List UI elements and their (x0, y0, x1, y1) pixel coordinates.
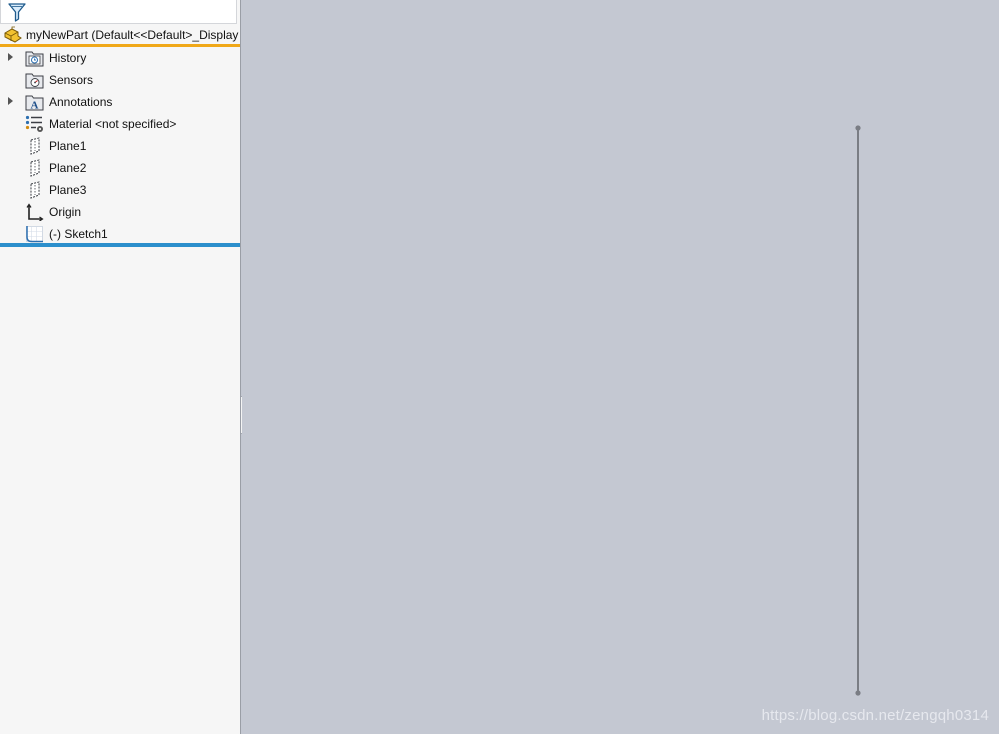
plane-icon (30, 137, 40, 155)
tree-item-history[interactable]: History (0, 47, 240, 69)
tree-item-label: Plane1 (49, 139, 87, 153)
tree-item-label: (-) Sketch1 (49, 227, 108, 241)
material-icon (25, 115, 43, 132)
annotations-folder-icon: A (25, 95, 44, 112)
tree-item-label: Plane2 (49, 161, 87, 175)
origin-icon (26, 203, 44, 221)
tree-item-label: Material <not specified> (49, 117, 177, 131)
tree-item-label: Sensors (49, 73, 94, 87)
tree-item-sketch1[interactable]: (-) Sketch1 (0, 223, 240, 245)
tree-item-label: Annotations (49, 95, 113, 109)
history-folder-icon (25, 51, 44, 67)
tree-item-plane3[interactable]: Plane3 (0, 179, 240, 201)
tree-item-label: Plane3 (49, 183, 87, 197)
rollback-bar[interactable] (0, 243, 240, 247)
expand-arrow-icon[interactable] (8, 97, 13, 105)
graphics-viewport[interactable]: https://blog.csdn.net/zengqh0314 (242, 0, 999, 734)
svg-text:A: A (31, 100, 39, 112)
tree-item-sensors[interactable]: Sensors (0, 69, 240, 91)
sketch-canvas[interactable] (242, 0, 999, 734)
tree-item-annotations[interactable]: A Annotations (0, 91, 240, 113)
sensors-folder-icon (25, 73, 44, 89)
watermark-text: https://blog.csdn.net/zengqh0314 (761, 707, 989, 724)
plane-icon (30, 181, 40, 199)
tree-item-material[interactable]: Material <not specified> (0, 113, 240, 135)
part-icon (4, 26, 22, 43)
filter-funnel-icon[interactable] (7, 2, 27, 22)
tree-item-label: History (49, 51, 87, 65)
tree-item-plane2[interactable]: Plane2 (0, 157, 240, 179)
tree-filter-bar[interactable] (0, 0, 237, 24)
tree-item-origin[interactable]: Origin (0, 201, 240, 223)
expand-arrow-icon[interactable] (8, 53, 13, 61)
tree-item-label: Origin (49, 205, 82, 219)
tree-root-part[interactable]: myNewPart (Default<<Default>_Display (0, 25, 240, 47)
sketch-icon (26, 226, 43, 243)
tree-root-label: myNewPart (Default<<Default>_Display (26, 28, 239, 42)
sketch-line-endpoint-bottom[interactable] (855, 690, 861, 696)
feature-manager-tree: myNewPart (Default<<Default>_Display His… (0, 0, 241, 734)
plane-icon (30, 159, 40, 177)
tree-item-plane1[interactable]: Plane1 (0, 135, 240, 157)
sketch-line-endpoint-top[interactable] (855, 125, 861, 131)
